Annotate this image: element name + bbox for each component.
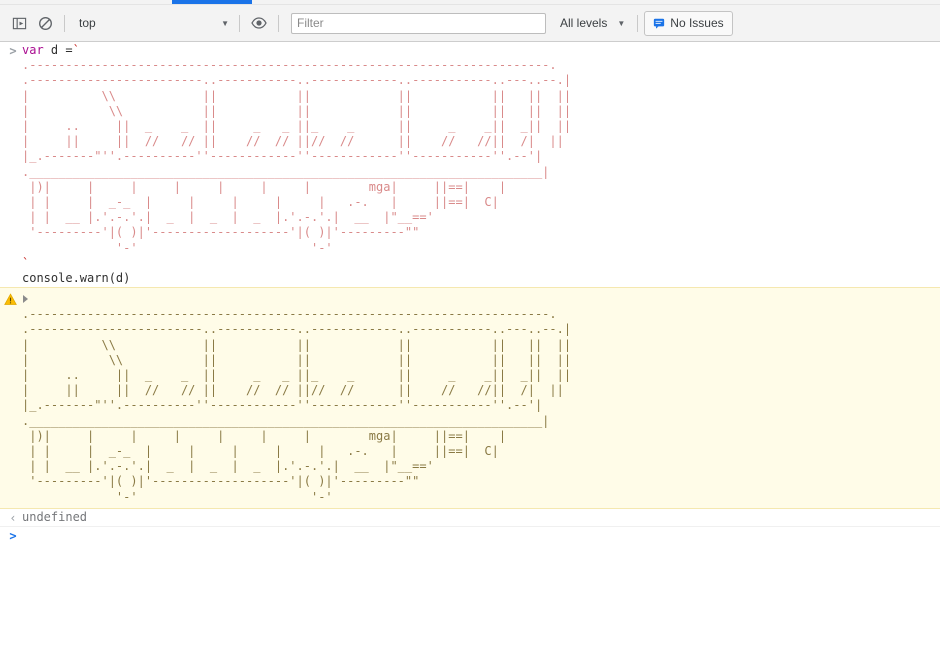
ascii-art-command: .---------------------------------------… <box>22 58 572 255</box>
console-message-list[interactable]: > var d =` .----------------------------… <box>0 42 940 646</box>
toolbar-divider-3 <box>278 14 279 32</box>
clear-console-icon <box>38 16 53 31</box>
warning-triangle-icon <box>4 293 17 306</box>
issues-button[interactable]: No Issues <box>644 10 733 36</box>
prompt-glyph: > <box>9 529 17 544</box>
execution-context-label: top <box>79 16 96 30</box>
console-sidebar-toggle-button[interactable] <box>6 10 32 36</box>
filter-input[interactable] <box>291 12 546 34</box>
toolbar-divider-4 <box>637 14 639 32</box>
console-result-message[interactable]: ‹ undefined <box>0 508 940 528</box>
log-level-selector[interactable]: All levels ▼ <box>554 11 631 35</box>
assign-operator: = <box>65 43 73 57</box>
chevron-down-icon: ▼ <box>221 18 229 28</box>
template-literal-close-line: ` <box>0 256 940 271</box>
devtools-tab-strip <box>0 0 940 5</box>
toolbar-divider-2 <box>239 14 240 32</box>
input-prompt-glyph: > <box>9 44 17 58</box>
console-toolbar: top ▼ All levels ▼ No Issues <box>0 5 940 42</box>
disclosure-triangle-right-icon[interactable] <box>23 295 28 304</box>
result-prompt-glyph: ‹ <box>9 510 17 525</box>
warning-message-header[interactable] <box>0 291 940 307</box>
live-expression-eye-icon <box>251 15 267 31</box>
result-value: undefined <box>22 509 88 524</box>
ascii-art-warning-output: .---------------------------------------… <box>22 307 572 504</box>
command-first-line: var d =` <box>0 43 940 58</box>
issues-label: No Issues <box>670 16 724 30</box>
execution-context-selector[interactable]: top ▼ <box>71 11 233 35</box>
template-literal-open: ` <box>72 43 80 57</box>
keyword-var: var <box>22 43 44 57</box>
live-expression-button[interactable] <box>246 10 272 36</box>
template-literal-close: ` <box>22 255 30 270</box>
log-level-label: All levels <box>560 16 608 30</box>
toolbar-divider-1 <box>64 14 65 32</box>
identifier-d: d <box>43 43 66 57</box>
issues-speech-bubble-icon <box>653 17 665 29</box>
clear-console-button[interactable] <box>32 10 58 36</box>
chevron-down-icon: ▼ <box>617 18 626 28</box>
console-sidebar-icon <box>12 16 27 31</box>
console-warning-message[interactable]: .---------------------------------------… <box>0 287 940 509</box>
console-warn-call-line: console.warn(d) <box>22 271 131 286</box>
active-tab-indicator <box>172 0 252 4</box>
console-prompt-input[interactable] <box>0 528 940 543</box>
console-prompt[interactable]: > <box>0 527 940 545</box>
console-input-echo[interactable]: > var d =` .----------------------------… <box>0 42 940 288</box>
